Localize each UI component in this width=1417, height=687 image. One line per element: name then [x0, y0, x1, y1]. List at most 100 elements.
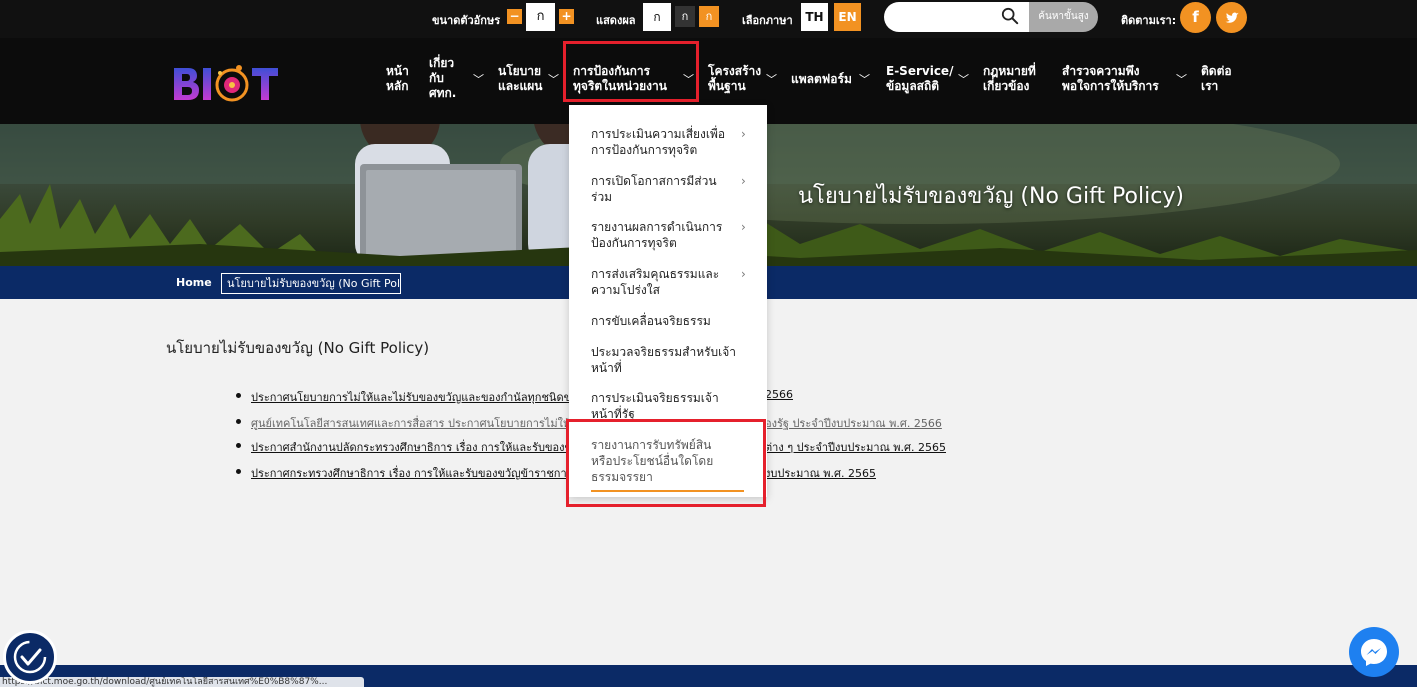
- policy-link[interactable]: ต่าง ๆ ประจำปีงบประมาณ พ.ศ. 2565: [765, 438, 946, 456]
- chevron-down-icon: ﹀: [958, 73, 969, 86]
- nav-policy[interactable]: นโยบาย และแผน ﹀: [498, 64, 559, 94]
- dropdown-item-line: การป้องกันการทุจริต: [591, 143, 698, 157]
- nav-about-line3: ศทก.: [429, 86, 457, 100]
- nav-about-line1: เกี่ยว: [429, 56, 455, 70]
- nav-about[interactable]: เกี่ยว กับ ศทก. ﹀: [429, 56, 484, 101]
- dropdown-item-ethics-evaluation[interactable]: การประเมินจริยธรรมเจ้า หน้าที่รัฐ: [591, 390, 741, 422]
- dropdown-item-gift-report[interactable]: รายงานการรับทรัพย์สิน หรือประโยชน์อื่นใด…: [591, 437, 741, 485]
- nav-about-line2: กับ: [429, 71, 444, 85]
- chevron-down-icon: ﹀: [548, 73, 559, 86]
- nav-policy-line1: นโยบาย: [498, 64, 542, 78]
- dropdown-item-line: ป้องกันการทุจริต: [591, 236, 677, 250]
- dropdown-item-ethics-driving[interactable]: การขับเคลื่อนจริยธรรม: [591, 313, 741, 329]
- dropdown-item-line: รายงานการรับทรัพย์สิน: [591, 438, 712, 452]
- accessibility-button[interactable]: [3, 630, 57, 684]
- dropdown-item-line: ประมวลจริยธรรมสำหรับเจ้า: [591, 345, 737, 359]
- lang-th-button[interactable]: TH: [801, 3, 828, 31]
- policy-link[interactable]: ประกาศนโยบายการไม่ให้และไม่รับของขวัญและ…: [251, 388, 614, 406]
- dropdown-item-line: หน้าที่: [591, 361, 622, 375]
- nav-platform[interactable]: แพลตฟอร์ม ﹀: [791, 72, 870, 87]
- policy-link[interactable]: งบประมาณ พ.ศ. 2565: [765, 464, 876, 482]
- messenger-icon: [1361, 639, 1387, 666]
- nav-home-line1: หน้า: [386, 64, 409, 78]
- language-label: เลือกภาษา: [742, 14, 793, 27]
- display-mode-label: แสดงผล: [596, 14, 636, 27]
- dropdown-item-line: ธรรมจรรยา: [591, 470, 653, 484]
- dropdown-item-line: หรือประโยชน์อื่นใดโดย: [591, 454, 714, 468]
- font-decrease-button[interactable]: −: [507, 9, 522, 24]
- policy-link[interactable]: ศูนย์เทคโนโลยีสารสนเทศและการสื่อสาร ประก…: [251, 414, 609, 432]
- nav-home[interactable]: หน้า หลัก: [386, 64, 409, 94]
- dropdown-item-line: การประเมินความเสี่ยงเพื่อ: [591, 127, 726, 141]
- bict-logo[interactable]: [172, 58, 282, 108]
- nav-infrastructure[interactable]: โครงสร้าง พื้นฐาน ﹀: [708, 64, 777, 94]
- chevron-down-icon: ﹀: [683, 73, 694, 86]
- advanced-search-button[interactable]: ค้นหาขั้นสูง: [1029, 2, 1098, 32]
- nav-eservice-line2: ข้อมูลสถิติ: [886, 79, 940, 93]
- chevron-down-icon: ﹀: [766, 73, 777, 86]
- font-increase-button[interactable]: +: [559, 9, 574, 24]
- dropdown-item-ethics-transparency[interactable]: การส่งเสริมคุณธรรมและ ความโปร่งใส ›: [591, 266, 746, 298]
- browser-status-url: https://bict.moe.go.th/download/ศูนย์เทค…: [0, 677, 364, 687]
- nav-anti-corruption[interactable]: การป้องกันการ ทุจริตในหน่วยงาน ﹀: [573, 64, 694, 94]
- nav-laws[interactable]: กฎหมายที่ เกี่ยวข้อง: [983, 64, 1036, 94]
- chevron-right-icon: ›: [741, 127, 746, 141]
- nav-contact[interactable]: ติดต่อ เรา: [1201, 64, 1232, 94]
- policy-link[interactable]: องรัฐ ประจำปีงบประมาณ พ.ศ. 2566: [765, 414, 942, 432]
- nav-contact-line1: ติดต่อ: [1201, 64, 1232, 78]
- bullet: [236, 443, 241, 448]
- lang-en-button[interactable]: EN: [834, 3, 861, 31]
- chevron-right-icon: ›: [741, 267, 746, 281]
- follow-us-label: ติดตามเรา:: [1121, 14, 1177, 27]
- chevron-down-icon: ﹀: [473, 73, 484, 86]
- nav-eservice[interactable]: E-Service/ ข้อมูลสถิติ ﹀: [886, 64, 969, 94]
- twitter-icon[interactable]: [1216, 2, 1247, 33]
- nav-survey-line2: พอใจการให้บริการ: [1062, 79, 1159, 93]
- nav-laws-line2: เกี่ยวข้อง: [983, 79, 1030, 93]
- messenger-chat-button[interactable]: [1349, 627, 1399, 677]
- breadcrumb-current: นโยบายไม่รับของขวัญ (No Gift Pol...: [221, 273, 401, 294]
- facebook-icon[interactable]: f: [1180, 2, 1211, 33]
- dropdown-hover-underline: [591, 490, 744, 492]
- dropdown-item-line: การขับเคลื่อนจริยธรรม: [591, 314, 711, 328]
- bullet: [236, 469, 241, 474]
- anti-corruption-dropdown: การประเมินความเสี่ยงเพื่อ การป้องกันการท…: [569, 105, 767, 497]
- font-size-label: ขนาดตัวอักษร: [432, 14, 501, 27]
- dropdown-item-prevention-report[interactable]: รายงานผลการดำเนินการ ป้องกันการทุจริต ›: [591, 219, 746, 251]
- display-normal-button[interactable]: ก: [643, 3, 671, 31]
- dropdown-item-line: ร่วม: [591, 190, 613, 204]
- nav-satisfaction-survey[interactable]: สำรวจความพึง พอใจการให้บริการ ﹀: [1062, 64, 1187, 94]
- search-icon[interactable]: [1001, 7, 1019, 25]
- chevron-down-icon: ﹀: [859, 73, 870, 86]
- display-contrast-button[interactable]: ก: [699, 6, 719, 27]
- hero-title: นโยบายไม่รับของขวัญ (No Gift Policy): [798, 184, 1184, 209]
- font-size-sample: ก: [526, 3, 555, 31]
- nav-anti-corruption-line1: การป้องกันการ: [573, 64, 651, 78]
- nav-home-line2: หลัก: [386, 79, 409, 93]
- nav-contact-line2: เรา: [1201, 79, 1219, 93]
- nav-survey-line1: สำรวจความพึง: [1062, 64, 1140, 78]
- nav-infrastructure-line2: พื้นฐาน: [708, 79, 746, 93]
- bullet: [236, 393, 241, 398]
- breadcrumb-home-link[interactable]: Home: [176, 276, 212, 289]
- bullet: [236, 419, 241, 424]
- dropdown-item-participation[interactable]: การเปิดโอกาสการมีส่วน ร่วม ›: [591, 173, 746, 205]
- nav-eservice-line1: E-Service/: [886, 64, 954, 78]
- dropdown-item-risk-assessment[interactable]: การประเมินความเสี่ยงเพื่อ การป้องกันการท…: [591, 126, 746, 158]
- page-title: นโยบายไม่รับของขวัญ (No Gift Policy): [166, 339, 430, 357]
- nav-infrastructure-line1: โครงสร้าง: [708, 64, 762, 78]
- accessibility-icon: [13, 640, 47, 674]
- dropdown-item-line: รายงานผลการดำเนินการ: [591, 220, 723, 234]
- display-dark-button[interactable]: ก: [675, 6, 695, 27]
- dropdown-item-line: การประเมินจริยธรรมเจ้า: [591, 391, 719, 405]
- dropdown-item-line: หน้าที่รัฐ: [591, 407, 635, 421]
- dropdown-item-line: การส่งเสริมคุณธรรมและ: [591, 267, 720, 281]
- policy-link[interactable]: ประกาศสำนักงานปลัดกระทรวงศึกษาธิการ เรื่…: [251, 438, 595, 456]
- chevron-right-icon: ›: [741, 174, 746, 188]
- nav-laws-line1: กฎหมายที่: [983, 64, 1036, 78]
- nav-platform-line1: แพลตฟอร์ม: [791, 72, 852, 86]
- dropdown-item-line: ความโปร่งใส: [591, 283, 660, 297]
- policy-link[interactable]: ประกาศกระทรวงศึกษาธิการ เรื่อง การให้และ…: [251, 464, 599, 482]
- policy-link[interactable]: 2566: [765, 388, 793, 401]
- dropdown-item-code-of-ethics[interactable]: ประมวลจริยธรรมสำหรับเจ้า หน้าที่: [591, 344, 741, 376]
